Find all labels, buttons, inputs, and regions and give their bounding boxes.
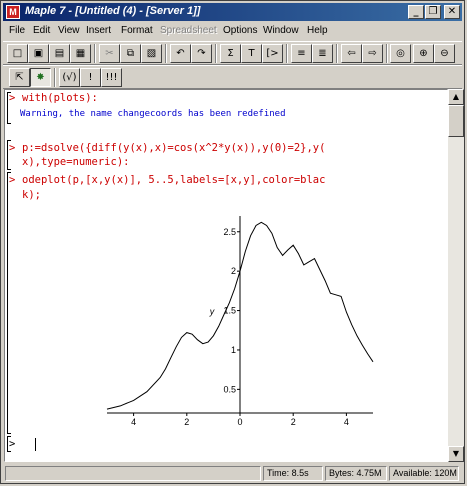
toolbar-separator (94, 44, 96, 63)
scroll-up-arrow-icon[interactable]: ▲ (448, 89, 464, 105)
menu-spreadsheet[interactable]: Spreadsheet (160, 25, 217, 36)
restart-button[interactable]: ⇱ (9, 68, 30, 87)
cell-input[interactable]: odeplot(p,[x,y(x)], 5..5,labels=[x,y],co… (22, 174, 325, 186)
toolbar-separator (215, 44, 217, 63)
prompt-marker: > (9, 438, 16, 450)
collapse-button[interactable]: ⇦ (341, 44, 362, 63)
x-tick-label: 4 (131, 417, 136, 427)
maple-window: M Maple 7 - [Untitled (4) - [Server 1]] … (0, 0, 465, 484)
zoom-in-button[interactable]: ⊕ (413, 44, 434, 63)
menu-window[interactable]: Window (263, 25, 299, 36)
open-button[interactable]: ▣ (28, 44, 49, 63)
new-document-button[interactable]: □ (7, 44, 28, 63)
menu-bar: File Edit View Insert Format Spreadsheet… (3, 22, 462, 40)
expand-button[interactable]: ⇨ (362, 44, 383, 63)
x-tick-label: 2 (184, 417, 189, 427)
cell-input[interactable]: with(plots): (22, 92, 98, 104)
zoom-out-button[interactable]: ⊖ (434, 44, 455, 63)
context-toolbar: ⇱ ✸ (√) ! !!! (3, 65, 462, 89)
debug-button[interactable]: ✸ (30, 68, 51, 87)
math-mode-button[interactable]: (√) (59, 68, 80, 87)
redo-button[interactable]: ↷ (191, 44, 212, 63)
maple-leaf-icon[interactable]: M (6, 5, 20, 19)
undo-button[interactable]: ↶ (170, 44, 191, 63)
status-message (5, 466, 261, 481)
cut-button[interactable]: ✂ (99, 44, 120, 63)
prompt-marker: > (9, 174, 16, 186)
warning-output: Warning, the name changecoords has been … (20, 109, 286, 119)
vertical-scrollbar[interactable]: ▲ ▼ (448, 89, 464, 462)
cell-input[interactable]: k); (22, 189, 41, 201)
status-available: Available: 120M (389, 466, 459, 481)
paste-button[interactable]: ▧ (141, 44, 162, 63)
x-axis-label: x (301, 427, 307, 428)
sum-button[interactable]: Σ (220, 44, 241, 63)
prompt-button[interactable]: [> (262, 44, 283, 63)
menu-format[interactable]: Format (121, 25, 153, 36)
toolbar-separator (54, 68, 56, 87)
execute-button[interactable]: ! (80, 68, 101, 87)
worksheet[interactable]: > with(plots): Warning, the name changec… (4, 89, 448, 462)
execute-all-button[interactable]: !!! (101, 68, 122, 87)
y-tick-label: 2.5 (223, 227, 236, 237)
window-title: Maple 7 - [Untitled (4) - [Server 1]] (25, 5, 201, 17)
copy-button[interactable]: ⧉ (120, 44, 141, 63)
cell-input[interactable]: p:=dsolve({diff(y(x),x)=cos(x^2*y(x)),y(… (22, 142, 325, 154)
toolbar-separator (286, 44, 288, 63)
section-button[interactable]: ≡ (291, 44, 312, 63)
stop-button[interactable]: ◎ (390, 44, 411, 63)
scroll-down-arrow-icon[interactable]: ▼ (448, 446, 464, 462)
status-bytes: Bytes: 4.75M (325, 466, 387, 481)
prompt-marker: > (9, 92, 16, 104)
x-tick-label: 4 (344, 417, 349, 427)
close-button[interactable]: ✕ (444, 5, 460, 19)
subsection-button[interactable]: ≣ (312, 44, 333, 63)
status-bar: Time: 8.5s Bytes: 4.75M Available: 120M (3, 464, 462, 483)
menu-edit[interactable]: Edit (33, 25, 50, 36)
y-tick-label: 0.5 (223, 384, 236, 394)
print-button[interactable]: ▦ (70, 44, 91, 63)
x-tick-label: 0 (237, 417, 242, 427)
scrollbar-thumb[interactable] (448, 105, 464, 137)
title-bar[interactable]: M Maple 7 - [Untitled (4) - [Server 1]] … (3, 3, 462, 21)
text-button[interactable]: T (241, 44, 262, 63)
restore-button[interactable]: ❐ (425, 5, 441, 19)
status-time: Time: 8.5s (263, 466, 323, 481)
main-toolbar: □ ▣ ▤ ▦ ✂ ⧉ ▧ ↶ ↷ Σ T [> ≡ ≣ ⇦ ⇨ ◎ ⊕ ⊖ (3, 41, 462, 65)
menu-file[interactable]: File (9, 25, 25, 36)
menu-insert[interactable]: Insert (86, 25, 111, 36)
toolbar-separator (386, 44, 388, 63)
minimize-button[interactable]: _ (408, 5, 424, 19)
y-tick-label: 2 (231, 266, 236, 276)
odeplot-chart[interactable]: 420240.511.522.5xy (95, 208, 385, 428)
menu-help[interactable]: Help (307, 25, 328, 36)
toolbar-separator (336, 44, 338, 63)
cell-input[interactable]: x),type=numeric): (22, 156, 129, 168)
save-button[interactable]: ▤ (49, 44, 70, 63)
menu-view[interactable]: View (58, 25, 80, 36)
x-tick-label: 2 (291, 417, 296, 427)
y-tick-label: 1 (231, 345, 236, 355)
prompt-marker: > (9, 142, 16, 154)
menu-options[interactable]: Options (223, 25, 257, 36)
y-axis-label: y (209, 307, 215, 317)
execution-group-bracket[interactable] (7, 172, 11, 434)
text-cursor (35, 438, 36, 451)
toolbar-separator (165, 44, 167, 63)
